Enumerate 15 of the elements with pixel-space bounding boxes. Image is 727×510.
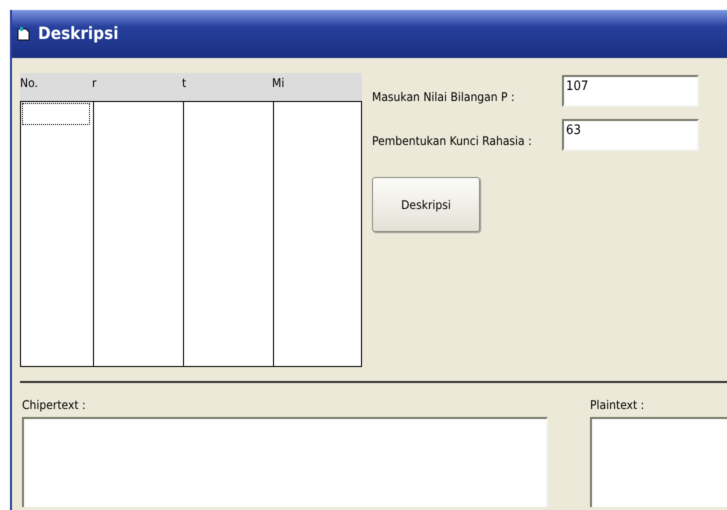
field-label: Pembentukan Kunci Rahasia :	[372, 134, 533, 150]
decrypt-button[interactable]: Deskripsi	[372, 177, 480, 232]
window-title: Deskripsi	[38, 24, 118, 44]
column-header: Mi	[272, 75, 286, 92]
text-area[interactable]	[22, 417, 548, 507]
field-label: Plaintext :	[590, 398, 646, 412]
text-area[interactable]	[590, 417, 727, 507]
column-header: t	[182, 75, 188, 92]
field-label: Masukan Nilai Bilangan P :	[372, 90, 516, 106]
input-field[interactable]: 63	[562, 119, 699, 151]
column-header: No.	[20, 75, 39, 92]
window-icon	[16, 26, 32, 42]
field-label: Chipertext :	[22, 398, 87, 412]
column-header: r	[92, 75, 98, 92]
input-field[interactable]: 107	[562, 75, 699, 107]
